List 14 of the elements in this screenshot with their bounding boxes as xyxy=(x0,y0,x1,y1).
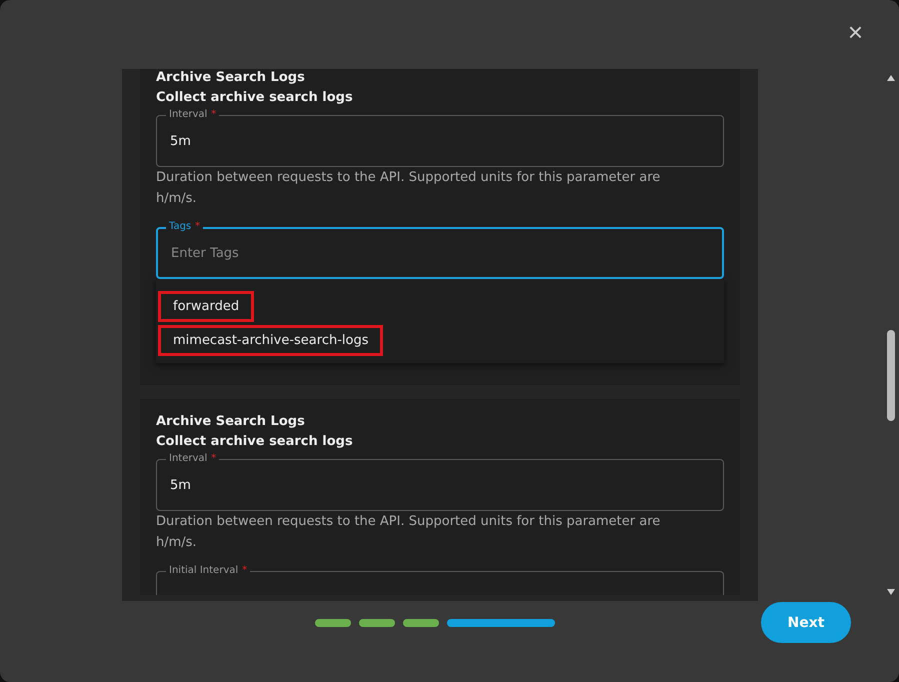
card-title: Archive Search Logs xyxy=(156,413,306,431)
scrollbar-thumb[interactable] xyxy=(887,330,895,421)
dropdown-option[interactable]: forwarded xyxy=(158,291,254,322)
field-label: Initial Interval xyxy=(169,565,238,577)
card-subtitle: Collect archive search logs xyxy=(156,433,354,451)
scroll-up-icon[interactable] xyxy=(887,75,895,81)
card-subtitle: Collect archive search logs xyxy=(156,89,354,107)
card-title: Archive Search Logs xyxy=(156,69,306,87)
required-mark: * xyxy=(242,565,248,577)
scroll-down-icon[interactable] xyxy=(887,589,895,595)
help-text: Duration between requests to the API. Supported units for this parameter are h/m/s. xyxy=(156,513,662,552)
dropdown-option[interactable]: mimecast-archive-search-logs xyxy=(158,325,384,356)
close-button[interactable]: × xyxy=(846,18,865,46)
help-text: Duration between requests to the API. Supported units for this parameter are h/m/s. xyxy=(156,169,662,208)
